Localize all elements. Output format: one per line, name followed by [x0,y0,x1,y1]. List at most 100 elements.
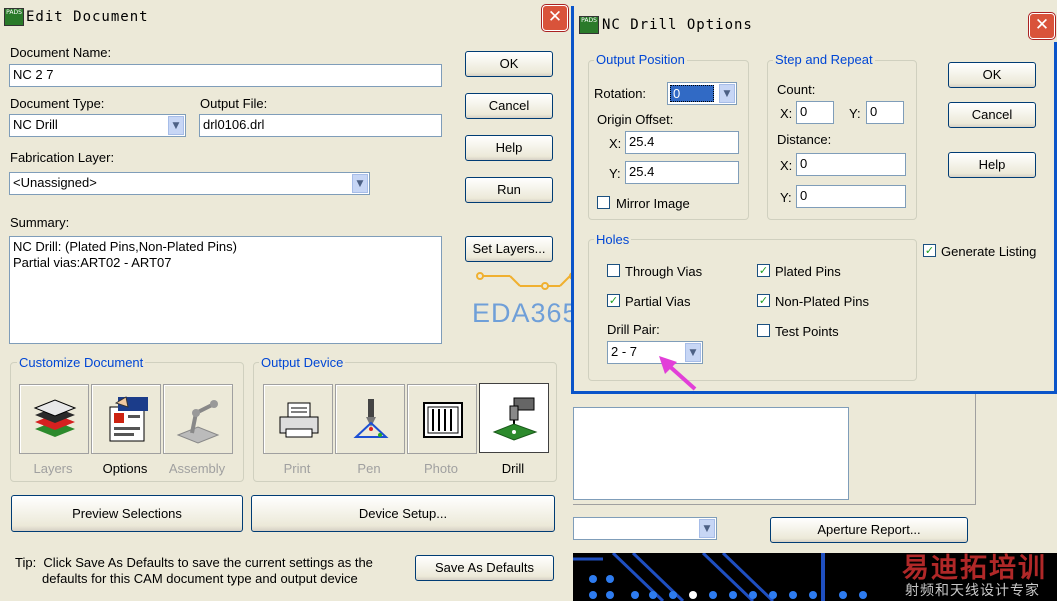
through-vias-checkbox[interactable] [607,264,620,277]
generate-listing-checkbox[interactable]: ✓ [923,244,936,257]
run-button[interactable]: Run [465,177,553,203]
distance-x-label: X: [780,158,793,173]
aperture-report-button[interactable]: Aperture Report... [770,517,968,543]
print-label: Print [283,461,311,476]
preview-selections-button[interactable]: Preview Selections [11,495,243,532]
nc-ok-button[interactable]: OK [948,62,1036,88]
pen-plotter-icon [353,399,389,438]
printer-icon [279,402,319,438]
chevron-down-icon[interactable]: ▼ [168,116,184,135]
customize-document-title: Customize Document [17,355,146,370]
ok-button[interactable]: OK [465,51,553,77]
distance-y-label: Y: [780,190,792,205]
assembly-tile[interactable] [163,384,233,454]
print-tile[interactable] [263,384,333,454]
plated-pins-label: Plated Pins [775,264,841,279]
output-file-input[interactable]: drl0106.drl [199,114,442,137]
output-position-title: Output Position [594,52,687,67]
fabrication-layer-select[interactable]: <Unassigned> ▼ [9,172,370,195]
test-points-label: Test Points [775,324,839,339]
edit-document-titlebar[interactable]: PADS Edit Document ✕ [0,0,573,32]
options-tile[interactable] [91,384,161,454]
assembly-icon [176,400,220,444]
save-as-defaults-button[interactable]: Save As Defaults [415,555,554,581]
nc-cancel-button[interactable]: Cancel [948,102,1036,128]
drill-label: Drill [501,461,525,476]
summary-label: Summary: [10,215,70,230]
layers-label: Layers [33,461,73,476]
photoplotter-icon [423,402,463,438]
pads-app-icon: PADS [579,16,599,34]
origin-offset-label: Origin Offset: [597,112,674,127]
pen-label: Pen [357,461,381,476]
document-type-value: NC Drill [13,117,58,132]
non-plated-pins-checkbox[interactable]: ✓ [757,294,770,307]
summary-textbox[interactable]: NC Drill: (Plated Pins,Non-Plated Pins) … [9,236,442,344]
document-name-label: Document Name: [10,45,112,60]
non-plated-pins-label: Non-Plated Pins [775,294,869,309]
tip-text-line2: defaults for this CAM document type and … [42,571,358,586]
count-x-input[interactable]: 0 [796,101,834,124]
test-points-checkbox[interactable] [757,324,770,337]
partial-vias-label: Partial Vias [625,294,691,309]
chevron-down-icon[interactable]: ▼ [719,84,735,103]
chevron-down-icon[interactable]: ▼ [352,174,368,193]
nc-help-button[interactable]: Help [948,152,1036,178]
mirror-image-checkbox[interactable] [597,196,610,209]
partial-vias-checkbox[interactable]: ✓ [607,294,620,307]
tip-text-line1: Tip: Click Save As Defaults to save the … [15,555,373,570]
distance-y-input[interactable]: 0 [796,185,906,208]
generate-listing-label: Generate Listing [941,244,1037,259]
close-button[interactable]: ✕ [542,5,568,31]
close-button[interactable]: ✕ [1029,13,1055,39]
origin-x-label: X: [609,136,622,151]
count-y-input[interactable]: 0 [866,101,904,124]
pen-tile[interactable] [335,384,405,454]
background-textbox[interactable] [573,407,849,500]
output-file-label: Output File: [200,96,268,111]
edit-document-title: Edit Document [26,9,149,25]
rotation-value: 0 [670,85,714,102]
origin-y-label: Y: [609,166,621,181]
nc-drill-title: NC Drill Options [602,17,753,33]
document-name-input[interactable]: NC 2 7 [9,64,442,87]
chevron-down-icon[interactable]: ▼ [699,519,715,538]
set-layers-button[interactable]: Set Layers... [465,236,553,262]
step-repeat-title: Step and Repeat [773,52,875,67]
drill-pair-label: Drill Pair: [607,322,660,337]
drill-icon [492,397,538,441]
cancel-button[interactable]: Cancel [465,93,553,119]
layers-icon [33,399,77,437]
background-select[interactable]: ▼ [573,517,717,540]
chinese-watermark-line2: 射频和天线设计专家 [905,583,1040,599]
output-device-title: Output Device [259,355,346,370]
holes-title: Holes [594,232,632,247]
eda365-text: EDA365 [472,298,579,328]
count-y-label: Y: [849,106,861,121]
origin-x-input[interactable]: 25.4 [625,131,739,154]
help-button[interactable]: Help [465,135,553,161]
plated-pins-checkbox[interactable]: ✓ [757,264,770,277]
rotation-select[interactable]: 0 ▼ [667,82,737,105]
count-x-label: X: [780,106,793,121]
summary-line: NC Drill: (Plated Pins,Non-Plated Pins) [13,239,237,254]
document-type-select[interactable]: NC Drill ▼ [9,114,186,137]
count-label: Count: [777,82,816,97]
eda365-watermark: EDA365 [470,268,585,328]
fabrication-layer-label: Fabrication Layer: [10,150,115,165]
annotation-arrow [659,356,697,391]
summary-line: Partial vias:ART02 - ART07 [13,255,172,270]
origin-y-input[interactable]: 25.4 [625,161,739,184]
distance-label: Distance: [777,132,832,147]
drill-tile[interactable] [479,383,549,453]
through-vias-label: Through Vias [625,264,703,279]
photo-label: Photo [424,461,458,476]
pads-app-icon: PADS [4,8,24,26]
nc-drill-titlebar[interactable]: PADS NC Drill Options [574,6,1057,42]
photo-tile[interactable] [407,384,477,454]
layers-tile[interactable] [19,384,89,454]
distance-x-input[interactable]: 0 [796,153,906,176]
device-setup-button[interactable]: Device Setup... [251,495,555,532]
rotation-label: Rotation: [594,86,647,101]
assembly-label: Assembly [168,461,226,476]
